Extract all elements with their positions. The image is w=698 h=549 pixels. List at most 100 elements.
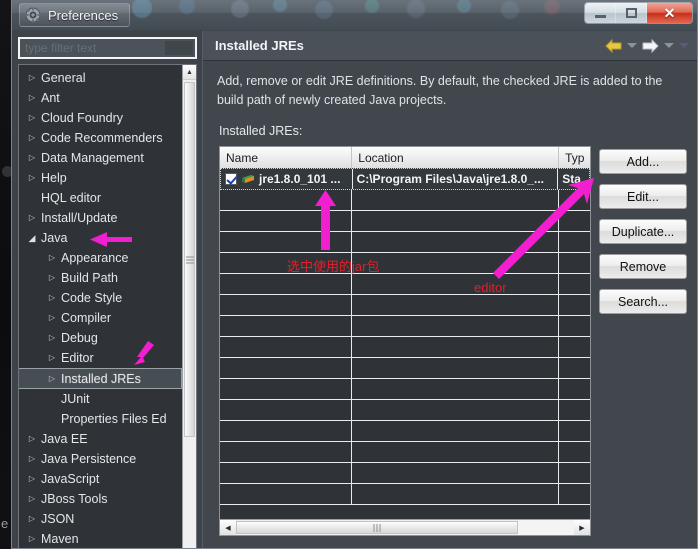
sidebar-item-debug[interactable]: ▷ Debug — [19, 328, 182, 348]
table-row-empty[interactable] — [220, 358, 590, 379]
expand-triangle-icon[interactable]: ▷ — [23, 94, 41, 102]
search-button[interactable]: Search... — [599, 289, 687, 314]
sidebar-item-cloud-foundry[interactable]: ▷ Cloud Foundry — [19, 108, 182, 128]
sidebar-item-javascript[interactable]: ▷ JavaScript — [19, 469, 182, 489]
expand-triangle-icon[interactable]: ▷ — [23, 174, 41, 182]
sidebar-item-label: Java — [41, 231, 68, 245]
hscroll-thumb[interactable] — [236, 521, 518, 534]
search-input[interactable] — [20, 39, 195, 57]
table-row-empty[interactable] — [220, 442, 590, 463]
sidebar-item-label: Build Path — [61, 271, 118, 285]
sidebar-item-code-recommenders[interactable]: ▷ Code Recommenders — [19, 128, 182, 148]
sidebar-item-junit[interactable]: JUnit — [19, 389, 182, 409]
sidebar-scrollbar[interactable]: ▲ — [182, 65, 196, 548]
back-dropdown-icon[interactable] — [627, 43, 637, 48]
table-horizontal-scrollbar[interactable]: ◀ ▶ — [220, 519, 590, 535]
forward-dropdown-icon[interactable] — [664, 43, 674, 48]
table-row-empty[interactable] — [220, 337, 590, 358]
column-header-type[interactable]: Typ — [559, 147, 590, 168]
hscroll-track[interactable] — [518, 520, 574, 535]
scroll-thumb[interactable] — [184, 82, 195, 437]
sidebar-item-compiler[interactable]: ▷ Compiler — [19, 308, 182, 328]
column-header-name[interactable]: Name — [220, 147, 353, 168]
sidebar-item-install-update[interactable]: ▷ Install/Update — [19, 208, 182, 228]
sidebar-item-hql-editor[interactable]: HQL editor — [19, 188, 182, 208]
sidebar-item-label: Appearance — [61, 251, 129, 265]
table-row-empty[interactable] — [220, 274, 590, 295]
sidebar-item-code-style[interactable]: ▷ Code Style — [19, 288, 182, 308]
expand-triangle-icon[interactable]: ▷ — [23, 74, 41, 82]
hscroll-left-button[interactable]: ◀ — [220, 520, 236, 535]
hscroll-right-button[interactable]: ▶ — [574, 520, 590, 535]
expand-triangle-icon[interactable]: ▷ — [23, 495, 41, 503]
maximize-button[interactable] — [616, 3, 647, 23]
sidebar-item-json[interactable]: ▷ JSON — [19, 509, 182, 529]
edit-button[interactable]: Edit... — [599, 184, 687, 209]
cell-empty — [220, 190, 353, 210]
sidebar-item-ant[interactable]: ▷ Ant — [19, 88, 182, 108]
expand-triangle-icon[interactable]: ▷ — [43, 334, 61, 342]
sidebar-item-help[interactable]: ▷ Help — [19, 168, 182, 188]
sidebar-item-editor[interactable]: ▷ Editor — [19, 348, 182, 368]
table-row[interactable]: jre1.8.0_101 ... C:\Program Files\Java\jr… — [220, 168, 590, 190]
table-row-empty[interactable] — [220, 484, 590, 505]
expand-triangle-icon[interactable]: ▷ — [23, 134, 41, 142]
sidebar-item-java-persistence[interactable]: ▷ Java Persistence — [19, 449, 182, 469]
sidebar-item-label: Code Style — [61, 291, 123, 305]
sidebar-item-build-path[interactable]: ▷ Build Path — [19, 268, 182, 288]
cell-empty — [559, 316, 590, 336]
gear-icon — [25, 7, 41, 23]
expand-triangle-icon[interactable]: ▷ — [43, 294, 61, 302]
sidebar-item-java-ee[interactable]: ▷ Java EE — [19, 429, 182, 449]
sidebar-item-label: HQL editor — [41, 191, 101, 205]
collapse-triangle-icon[interactable]: ◢ — [23, 233, 41, 243]
sidebar-item-data-management[interactable]: ▷ Data Management — [19, 148, 182, 168]
expand-triangle-icon[interactable]: ▷ — [23, 475, 41, 483]
expand-triangle-icon[interactable]: ▷ — [23, 455, 41, 463]
expand-triangle-icon[interactable]: ▷ — [43, 354, 61, 362]
table-row-empty[interactable] — [220, 463, 590, 484]
expand-triangle-icon[interactable]: ▷ — [43, 314, 61, 322]
table-row-empty[interactable] — [220, 295, 590, 316]
table-row-empty[interactable] — [220, 400, 590, 421]
expand-triangle-icon[interactable]: ▷ — [23, 435, 41, 443]
duplicate-button[interactable]: Duplicate... — [599, 219, 687, 244]
expand-triangle-icon[interactable]: ▷ — [23, 535, 41, 543]
sidebar-item-properties-files-ed[interactable]: Properties Files Ed — [19, 409, 182, 429]
table-row-empty[interactable] — [220, 421, 590, 442]
table-row-empty[interactable] — [220, 232, 590, 253]
remove-button[interactable]: Remove — [599, 254, 687, 279]
expand-triangle-icon[interactable]: ▷ — [23, 214, 41, 222]
cell-empty — [559, 421, 590, 441]
column-header-location[interactable]: Location — [352, 147, 560, 168]
table-row-empty[interactable] — [220, 253, 590, 274]
table-row-empty[interactable] — [220, 316, 590, 337]
table-row-empty[interactable] — [220, 190, 590, 211]
cell-empty — [352, 253, 560, 273]
expand-triangle-icon[interactable]: ▷ — [43, 254, 61, 262]
jre-checkbox[interactable] — [225, 173, 237, 185]
cell-empty — [220, 211, 353, 231]
sidebar-item-maven[interactable]: ▷ Maven — [19, 529, 182, 548]
page-header: Installed JREs — [203, 31, 697, 61]
back-arrow-icon[interactable] — [605, 38, 622, 53]
sidebar-item-java[interactable]: ◢ Java — [19, 228, 182, 248]
expand-triangle-icon[interactable]: ▷ — [23, 114, 41, 122]
sidebar-item-appearance[interactable]: ▷ Appearance — [19, 248, 182, 268]
minimize-button[interactable] — [585, 3, 616, 23]
scroll-up-button[interactable]: ▲ — [183, 65, 196, 80]
sidebar-item-installed-jres[interactable]: ▷ Installed JREs — [19, 368, 182, 389]
cell-empty — [352, 316, 560, 336]
table-row-empty[interactable] — [220, 379, 590, 400]
expand-triangle-icon[interactable]: ▷ — [23, 154, 41, 162]
sidebar-item-jboss-tools[interactable]: ▷ JBoss Tools — [19, 489, 182, 509]
expand-triangle-icon[interactable]: ▷ — [43, 374, 61, 383]
table-row-empty[interactable] — [220, 211, 590, 232]
close-button[interactable]: ✕ — [647, 3, 692, 23]
expand-triangle-icon[interactable]: ▷ — [43, 274, 61, 282]
view-menu-icon[interactable] — [679, 43, 689, 48]
forward-arrow-icon[interactable] — [642, 38, 659, 53]
sidebar-item-general[interactable]: ▷ General — [19, 68, 182, 88]
add-button[interactable]: Add... — [599, 149, 687, 174]
expand-triangle-icon[interactable]: ▷ — [23, 515, 41, 523]
